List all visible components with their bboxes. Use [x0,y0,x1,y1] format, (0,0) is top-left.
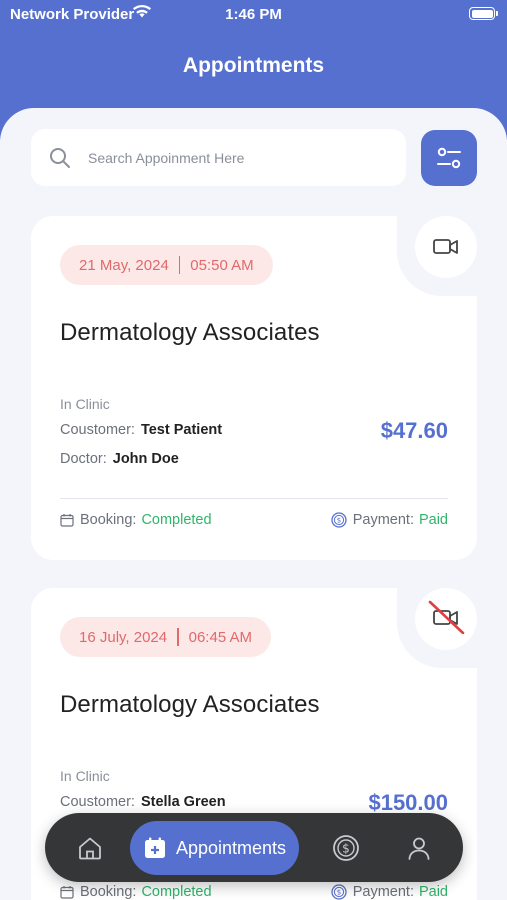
payment-status: $ Payment: Paid [331,884,448,900]
video-camera-icon [433,239,458,254]
search-icon [49,147,71,174]
filter-button[interactable] [421,130,477,186]
payment-status-value: Paid [418,884,448,900]
coin-icon: $ [331,884,347,900]
appointment-mode: In Clinic [60,768,110,784]
clinic-name: Dermatology Associates [60,319,320,346]
video-off-icon [428,600,465,634]
svg-text:$: $ [342,841,350,855]
status-bar: Network Provider 1:46 PM [0,0,507,28]
payments-icon: $ [333,834,359,861]
nav-appointments[interactable]: Appointments [130,821,299,875]
svg-text:$: $ [336,517,340,525]
filter-icon [437,147,461,169]
profile-icon [408,837,430,860]
appointment-date: 16 July, 2024 [79,628,168,646]
video-call-disabled-button[interactable] [415,588,477,650]
nav-payments[interactable]: $ [325,813,367,882]
appointment-card[interactable]: 21 May, 2024 05:50 AM Dermatology Associ… [31,206,487,560]
appointment-price: $47.60 [380,418,448,443]
nav-profile[interactable] [398,813,440,882]
calendar-icon [60,886,74,899]
payment-status-value: Paid [418,512,448,528]
battery-icon [469,7,498,20]
nav-appointments-label: Appointments [175,837,287,858]
page-title: Appointments [182,54,325,77]
customer-row: Coustomer: Test Patient [60,422,223,438]
appointment-mode: In Clinic [60,396,110,412]
clinic-name: Dermatology Associates [60,691,320,718]
svg-text:$: $ [336,889,340,897]
appointment-datetime: 16 July, 2024 06:45 AM [60,617,272,657]
customer-name: Stella Green [140,794,226,810]
booking-status: Booking: Completed [60,884,212,900]
calendar-icon [60,514,74,527]
appointments-icon [144,837,165,858]
appointment-datetime: 21 May, 2024 05:50 AM [60,245,273,285]
video-call-button[interactable] [415,216,477,278]
booking-status: Booking: Completed [60,512,212,528]
appointment-time: 06:45 AM [188,628,253,646]
booking-status-value: Completed [141,512,212,528]
bottom-nav: Appointments $ [45,813,463,882]
clock: 1:46 PM [225,6,282,23]
booking-status-value: Completed [141,884,212,900]
payment-status: $ Payment: Paid [331,512,448,528]
doctor-name: John Doe [112,451,179,467]
coin-icon: $ [331,512,347,528]
search-input[interactable] [88,129,388,186]
search-bar[interactable] [31,129,406,186]
appointment-date: 21 May, 2024 [79,256,169,274]
customer-row: Coustomer: Stella Green [60,794,226,810]
home-icon [79,837,101,859]
nav-home[interactable] [69,813,111,882]
customer-name: Test Patient [140,422,223,438]
appointment-time: 05:50 AM [190,256,254,274]
doctor-row: Doctor: John Doe [60,451,179,467]
